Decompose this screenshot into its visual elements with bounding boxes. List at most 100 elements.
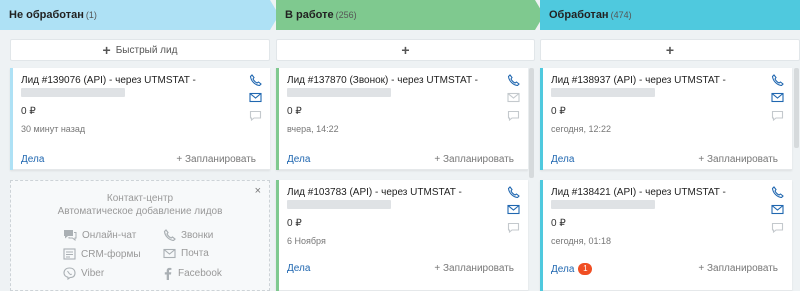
deals-link[interactable]: Дела <box>21 154 44 165</box>
lead-date: вчера, 14:22 <box>287 124 339 134</box>
card-actions <box>771 74 785 122</box>
quick-lead-button[interactable]: + Быстрый лид <box>10 39 270 61</box>
schedule-link[interactable]: + Запланировать <box>698 154 778 165</box>
facebook-label: Facebook <box>178 268 222 279</box>
lead-date: 6 Ноября <box>287 236 326 246</box>
deals-link[interactable]: Дела <box>551 154 574 165</box>
contact-center-panel: × Контакт-центр Автоматическое добавлени… <box>10 180 270 291</box>
column-in-progress: В работе (256) + Лид #137870 (Звонок) - … <box>276 0 544 291</box>
plus-icon: + <box>401 42 410 58</box>
chat-icon[interactable] <box>249 110 263 122</box>
stage-name: Не обработан <box>9 9 84 21</box>
plus-icon: + <box>665 42 675 58</box>
deals-link[interactable]: Дела <box>287 154 310 165</box>
mail-icon[interactable] <box>249 92 263 104</box>
lead-price: 0 ₽ <box>551 106 566 117</box>
mail-icon[interactable] <box>507 92 521 104</box>
lead-card[interactable]: Лид #139076 (API) - через UTMSTAT - 0 ₽ … <box>10 68 270 170</box>
stage-header-not-processed[interactable]: Не обработан (1) <box>0 0 279 30</box>
deals-label: Дела <box>21 154 45 165</box>
chat-icon[interactable] <box>771 110 785 122</box>
lead-date: сегодня, 12:22 <box>551 124 612 134</box>
online-chat-option[interactable]: Онлайн-чат <box>63 229 136 241</box>
deals-count-badge: 1 <box>578 263 593 275</box>
deals-link[interactable]: Дела 1 <box>551 263 593 275</box>
deals-label: Дела <box>551 263 575 275</box>
phone-icon[interactable] <box>771 74 785 86</box>
calls-label: Звонки <box>181 229 214 241</box>
chat-icon[interactable] <box>507 110 521 122</box>
chat-icon[interactable] <box>771 222 785 234</box>
column-not-processed: Не обработан (1) + Быстрый лид Лид #1390… <box>0 0 279 291</box>
stage-header-processed[interactable]: Обработан (474) <box>540 0 800 30</box>
viber-icon <box>63 267 76 280</box>
online-chat-label: Онлайн-чат <box>82 229 137 241</box>
blurred-source <box>21 88 125 97</box>
lead-title[interactable]: Лид #103783 (API) - через UTMSTAT - <box>287 187 462 198</box>
mail-option[interactable]: Почта <box>163 248 209 259</box>
lead-card[interactable]: Лид #138937 (API) - через UTMSTAT - 0 ₽ … <box>540 68 792 170</box>
column-scrollbar[interactable] <box>529 68 534 178</box>
column-processed: Обработан (474) + Лид #138937 (API) - че… <box>540 0 800 291</box>
viber-label: Viber <box>81 268 105 279</box>
card-actions <box>507 186 521 234</box>
contact-center-subtitle: Автоматическое добавление лидов <box>57 206 223 217</box>
card-actions <box>771 186 785 234</box>
facebook-icon <box>164 267 172 280</box>
lead-title[interactable]: Лид #137870 (Звонок) - через UTMSTAT - <box>287 75 478 86</box>
card-divider <box>13 169 270 170</box>
blurred-source <box>287 200 391 209</box>
mail-icon[interactable] <box>507 204 521 216</box>
lead-card[interactable]: Лид #103783 (API) - через UTMSTAT - 0 ₽ … <box>276 180 528 291</box>
stage-count: (256) <box>335 10 357 20</box>
schedule-link[interactable]: + Запланировать <box>176 154 256 165</box>
stage-name: В работе <box>285 9 334 21</box>
schedule-link[interactable]: + Запланировать <box>434 263 514 274</box>
card-divider <box>543 169 792 170</box>
calls-option[interactable]: Звонки <box>163 229 213 241</box>
blurred-source <box>551 200 655 209</box>
deals-label: Дела <box>551 154 575 165</box>
lead-date: 30 минут назад <box>21 124 86 134</box>
viber-option[interactable]: Viber <box>63 267 104 280</box>
deals-link[interactable]: Дела <box>287 263 310 274</box>
lead-price: 0 ₽ <box>287 106 302 117</box>
blurred-source <box>287 88 391 97</box>
lead-card[interactable]: Лид #137870 (Звонок) - через UTMSTAT - 0… <box>276 68 528 170</box>
lead-price: 0 ₽ <box>287 218 302 229</box>
card-divider <box>279 169 528 170</box>
lead-card[interactable]: Лид #138421 (API) - через UTMSTAT - 0 ₽ … <box>540 180 792 291</box>
mail-icon[interactable] <box>771 204 785 216</box>
lead-date: сегодня, 01:18 <box>551 236 612 246</box>
add-lead-button[interactable]: + <box>276 39 535 61</box>
phone-icon[interactable] <box>507 74 521 86</box>
phone-icon[interactable] <box>249 74 263 86</box>
plus-icon: + <box>102 42 111 58</box>
phone-icon[interactable] <box>507 186 521 198</box>
lead-title[interactable]: Лид #139076 (API) - через UTMSTAT - <box>21 75 196 86</box>
phone-icon[interactable] <box>771 186 785 198</box>
mail-icon[interactable] <box>771 92 785 104</box>
column-scrollbar[interactable] <box>794 68 799 148</box>
kanban-board: Не обработан (1) + Быстрый лид Лид #1390… <box>0 0 800 291</box>
add-lead-button[interactable]: + <box>540 39 800 61</box>
card-actions <box>249 74 263 122</box>
deals-label: Дела <box>287 154 311 165</box>
facebook-option[interactable]: Facebook <box>163 267 222 280</box>
chat-icon[interactable] <box>507 222 521 234</box>
chat-bubble-icon <box>64 230 77 241</box>
blurred-source <box>551 88 655 97</box>
deals-label: Дела <box>287 263 311 274</box>
lead-title[interactable]: Лид #138421 (API) - через UTMSTAT - <box>551 187 726 198</box>
lead-price: 0 ₽ <box>21 106 36 117</box>
mail-label: Почта <box>181 248 209 259</box>
phone-icon <box>163 229 176 241</box>
lead-title[interactable]: Лид #138937 (API) - через UTMSTAT - <box>551 75 726 86</box>
schedule-link[interactable]: + Запланировать <box>698 263 778 274</box>
stage-count: (474) <box>610 10 632 20</box>
stage-header-in-progress[interactable]: В работе (256) <box>276 0 544 30</box>
crm-forms-option[interactable]: CRM-формы <box>63 248 141 260</box>
stage-count: (1) <box>85 10 97 20</box>
schedule-link[interactable]: + Запланировать <box>434 154 514 165</box>
quick-lead-label: Быстрый лид <box>115 44 178 56</box>
